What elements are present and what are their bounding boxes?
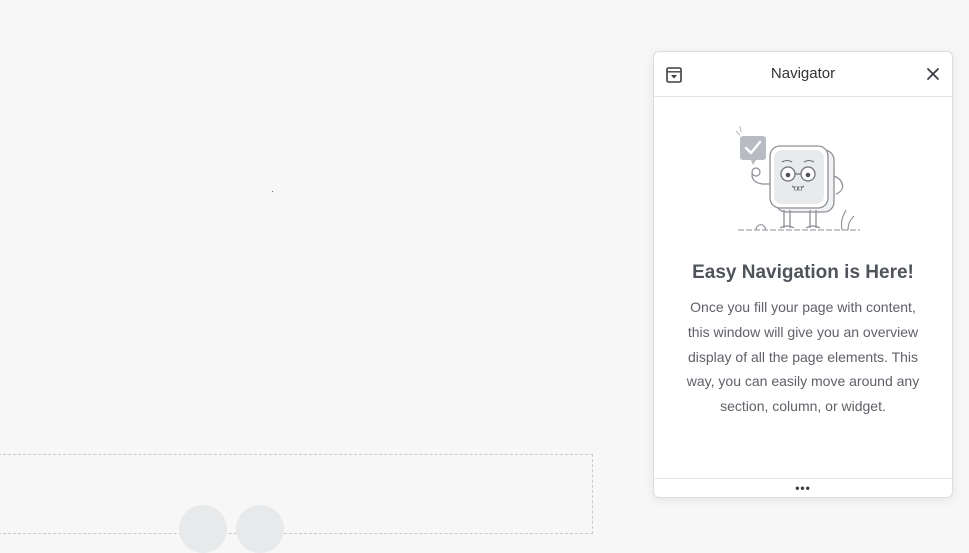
empty-state-heading: Easy Navigation is Here! [692,262,914,283]
mascot-checkmark-illustration [732,124,866,236]
close-icon[interactable] [926,67,940,81]
navigator-footer: ••• [654,478,952,497]
navigator-title: Navigator [770,65,836,82]
navigator-panel[interactable]: Navigator Easy Navigation is Here! Once … [653,51,953,498]
add-section-dropzone[interactable] [0,454,593,534]
canvas-dot [272,191,273,192]
add-section-button[interactable] [179,505,227,553]
navigator-header[interactable]: Navigator [654,52,952,97]
ellipsis-resize-icon[interactable]: ••• [795,482,811,494]
add-template-button[interactable] [236,505,284,553]
empty-state-description: Once you fill your page with content, th… [686,299,920,415]
